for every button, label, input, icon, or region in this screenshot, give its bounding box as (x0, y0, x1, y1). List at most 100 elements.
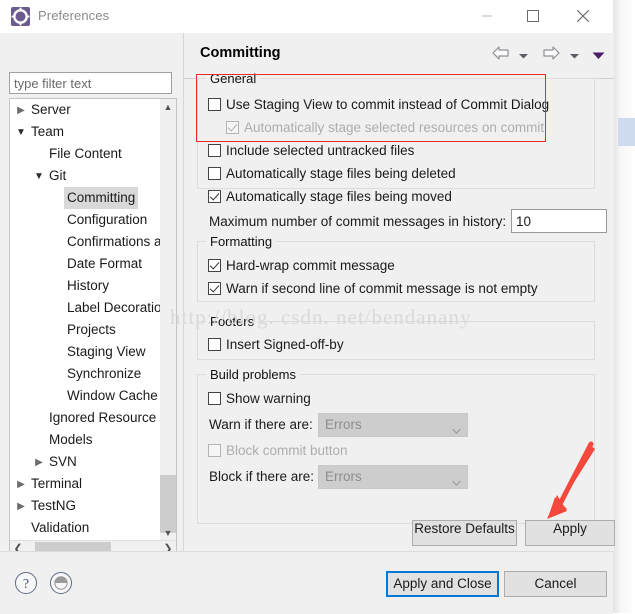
sidebar-item-committing[interactable]: ▶Committing (10, 187, 160, 209)
chevron-right-icon[interactable]: ▶ (32, 452, 46, 474)
tree-vertical-scrollbar[interactable]: ▲ ▼ (160, 99, 176, 542)
sidebar-item-confirmations-a[interactable]: ▶Confirmations a (10, 231, 160, 253)
checkbox-include-untracked[interactable]: Include selected untracked files (208, 141, 414, 161)
sidebar-item-date-format[interactable]: ▶Date Format (10, 253, 160, 275)
chevron-right-icon[interactable]: ▶ (14, 474, 28, 496)
sidebar-item-staging-view[interactable]: ▶Staging View (10, 341, 160, 363)
restore-defaults-button[interactable]: Restore Defaults (412, 520, 517, 546)
sidebar-item-validation[interactable]: ▶Validation (10, 517, 160, 539)
sidebar-item-label: Server (31, 102, 71, 117)
page-title: Committing (200, 45, 281, 61)
chevron-down-icon[interactable]: ▼ (32, 166, 46, 188)
apply-button[interactable]: Apply (525, 520, 615, 546)
sidebar-item-terminal[interactable]: ▶ Terminal (10, 473, 160, 495)
chevron-down-icon (452, 474, 461, 487)
checkbox-box[interactable] (208, 167, 221, 180)
tree-spacer: ▶ (32, 144, 46, 166)
window-title: Preferences (38, 8, 110, 23)
sidebar-item-label: Models (49, 432, 93, 447)
checkbox-label: Automatically stage selected resources o… (244, 120, 545, 135)
sidebar-panel: ▶Server▼Team▶File Content▼Git▶Committing… (0, 33, 183, 559)
sidebar-item-configuration[interactable]: ▶Configuration (10, 209, 160, 231)
forward-history-chevron-down-icon[interactable] (569, 47, 580, 65)
background-window-edge (613, 0, 635, 613)
sidebar-item-label: Staging View (67, 344, 146, 359)
tree-spacer: ▶ (50, 188, 64, 210)
close-button[interactable] (560, 0, 605, 32)
checkbox-box[interactable] (208, 144, 221, 157)
help-question-icon[interactable]: ? (15, 572, 37, 594)
checkbox-show-warning[interactable]: Show warning (208, 389, 311, 409)
sidebar-item-ignored-resource[interactable]: ▶Ignored Resource (10, 407, 160, 429)
sidebar-item-history[interactable]: ▶History (10, 275, 160, 297)
minimize-button[interactable] (464, 0, 509, 32)
checkbox-use-staging-view[interactable]: Use Staging View to commit instead of Co… (208, 95, 549, 115)
back-history-chevron-down-icon[interactable] (518, 47, 529, 65)
formatting-group-label: Formatting (206, 234, 277, 249)
title-bar: Preferences (0, 0, 613, 34)
checkbox-label: Include selected untracked files (226, 143, 415, 158)
general-group: General Use Staging View to commit inste… (197, 71, 607, 233)
sidebar-item-svn[interactable]: ▶ SVN (10, 451, 160, 473)
checkbox-box[interactable] (208, 98, 221, 111)
tree-spacer: ▶ (50, 276, 64, 298)
gray-circle-icon[interactable] (50, 572, 72, 594)
checkbox-insert-signed-off-by[interactable]: Insert Signed-off-by (208, 335, 344, 355)
checkbox-auto-stage-deleted[interactable]: Automatically stage files being deleted (208, 164, 456, 184)
tree-spacer: ▶ (50, 232, 64, 254)
preferences-tree[interactable]: ▶Server▼Team▶File Content▼Git▶Committing… (9, 98, 177, 559)
sidebar-item-label: Git (49, 168, 67, 183)
checkbox-warn-second-line[interactable]: Warn if second line of commit message is… (208, 279, 538, 299)
page-navigation-toolbar (491, 45, 605, 67)
checkbox-box[interactable] (208, 392, 221, 405)
chevron-right-icon[interactable]: ▶ (14, 100, 28, 122)
checkbox-auto-stage-moved[interactable]: Automatically stage files being moved (208, 187, 452, 207)
checkbox-box[interactable] (208, 259, 221, 272)
sidebar-item-label: Ignored Resource (49, 410, 157, 425)
chevron-right-icon[interactable]: ▶ (14, 496, 28, 518)
checkbox-auto-stage-selected-resources: Automatically stage selected resources o… (226, 118, 544, 138)
sidebar-item-testng[interactable]: ▶ TestNG (10, 495, 160, 517)
svg-text:?: ? (23, 577, 29, 592)
sidebar-item-projects[interactable]: ▶Projects (10, 319, 160, 341)
sidebar-item-label: SVN (49, 454, 77, 469)
checkbox-label: Block commit button (226, 443, 348, 458)
sidebar-item-server[interactable]: ▶ Server (10, 99, 160, 121)
sidebar-item-team[interactable]: ▼ Team (10, 121, 160, 143)
sidebar-item-git[interactable]: ▼ Git (10, 165, 160, 187)
checkbox-box[interactable] (208, 282, 221, 295)
filter-input[interactable] (9, 72, 172, 94)
checkbox-label: Automatically stage files being moved (226, 189, 452, 204)
sidebar-item-file-content[interactable]: ▶File Content (10, 143, 160, 165)
forward-arrow-icon[interactable] (542, 45, 561, 66)
checkbox-hard-wrap[interactable]: Hard-wrap commit message (208, 256, 395, 276)
sidebar-item-label: Projects (67, 322, 116, 337)
formatting-group: Formatting Hard-wrap commit message Warn… (197, 234, 595, 302)
sidebar-item-label: File Content (49, 146, 122, 161)
sidebar-item-synchronize[interactable]: ▶Synchronize (10, 363, 160, 385)
checkbox-box[interactable] (208, 338, 221, 351)
sidebar-item-label: Date Format (67, 256, 143, 271)
sidebar-item-label-decoratio[interactable]: ▶Label Decoratio (10, 297, 160, 319)
checkbox-label: Hard-wrap commit message (226, 258, 395, 273)
sidebar-item-label: Validation (31, 520, 90, 535)
checkbox-label: Warn if second line of commit message is… (226, 281, 538, 296)
max-commit-messages-input[interactable] (511, 209, 607, 233)
chevron-down-icon[interactable]: ▼ (14, 122, 28, 144)
tree-spacer: ▶ (14, 518, 28, 540)
apply-and-close-button[interactable]: Apply and Close (386, 571, 499, 597)
sidebar-item-models[interactable]: ▶Models (10, 429, 160, 451)
maximize-button[interactable] (510, 0, 555, 32)
warn-if-there-are-select: Errors (318, 413, 468, 437)
cancel-button[interactable]: Cancel (504, 571, 607, 597)
checkbox-box[interactable] (208, 190, 221, 203)
scroll-up-icon[interactable]: ▲ (160, 99, 176, 116)
gear-icon (11, 7, 30, 26)
tree-spacer: ▶ (50, 320, 64, 342)
dialog-footer: ? Apply and Close Cancel (0, 551, 613, 614)
sidebar-item-window-cache[interactable]: ▶Window Cache (10, 385, 160, 407)
view-menu-triangle-icon[interactable] (592, 47, 605, 65)
back-arrow-icon[interactable] (491, 45, 510, 66)
footers-group: Footers Insert Signed-off-by (197, 314, 595, 360)
checkbox-label: Use Staging View to commit instead of Co… (226, 97, 550, 112)
